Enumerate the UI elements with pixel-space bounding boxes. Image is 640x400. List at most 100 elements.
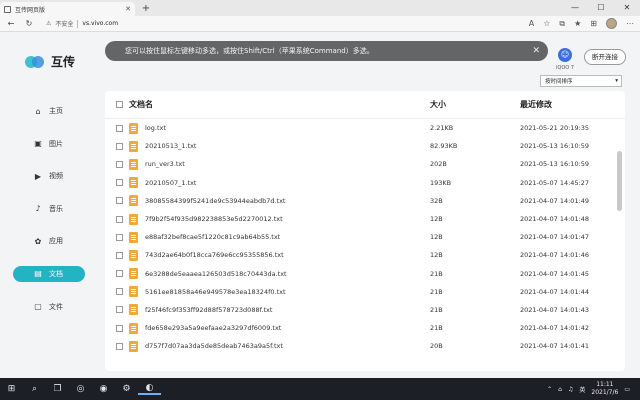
- text-file-icon: [129, 213, 138, 225]
- toast-text: 您可以按住鼠标左键移动多选，或按住Shift/Ctrl（苹果系统Command）…: [125, 47, 374, 55]
- column-header-size[interactable]: 大小: [430, 99, 520, 110]
- tray-chevron-icon[interactable]: ⌃: [547, 386, 552, 393]
- file-size: 12B: [430, 251, 443, 260]
- nav-item-files[interactable]: ▢ 文件: [13, 299, 85, 315]
- row-checkbox[interactable]: [116, 142, 123, 150]
- file-name: 38085584399f5241de9c53944eabdb7d.txt: [145, 196, 286, 205]
- table-row[interactable]: 6e3288de5eaaea126503d518c70443da.txt 21B 2…: [105, 265, 625, 283]
- extensions-icon[interactable]: ⧉: [559, 19, 565, 29]
- connected-device[interactable]: ☺ iQOO 7: [553, 48, 577, 71]
- file-name: run_ver3.txt: [145, 160, 185, 169]
- table-row[interactable]: fde658e293a5a9eefaae2a3297df6009.txt 21B 2…: [105, 319, 625, 337]
- table-row[interactable]: run_ver3.txt 202B 2021-05-13 16:10:59: [105, 155, 625, 173]
- file-modified: 2021-05-21 20:19:35: [520, 124, 590, 133]
- sort-select[interactable]: 按时间排序 ▾: [540, 75, 622, 87]
- read-aloud-icon[interactable]: A: [529, 19, 534, 28]
- favorite-star-icon[interactable]: ☆: [543, 19, 550, 28]
- warning-icon[interactable]: ⚠: [46, 20, 51, 27]
- file-modified: 2021-05-13 16:10:59: [520, 160, 590, 169]
- notification-icon[interactable]: ▭: [624, 386, 630, 393]
- table-row[interactable]: 20210507_1.txt 193KB 2021-05-07 14:45:27: [105, 174, 625, 192]
- collections-icon[interactable]: ⊞: [590, 19, 597, 28]
- file-name: 5161ee81858a46e949578e3ea18324f0.txt: [145, 287, 286, 296]
- nav-item-home[interactable]: ⌂ 主页: [13, 103, 85, 119]
- clock-time: 11:11: [596, 381, 614, 388]
- search-icon[interactable]: ⌕: [23, 384, 46, 394]
- row-checkbox[interactable]: [116, 251, 123, 259]
- table-row[interactable]: 38085584399f5241de9c53944eabdb7d.txt 32B 2…: [105, 192, 625, 210]
- nav-label: 视频: [49, 172, 63, 181]
- side-navigation: ⌂ 主页 ▣ 图片 ▶ 视频 ♪ 音乐 ✿ 应用 ▤ 文档 ▢ 文件: [13, 103, 85, 331]
- row-checkbox[interactable]: [116, 306, 123, 314]
- table-row[interactable]: log.txt 2.21KB 2021-05-21 20:19:35: [105, 119, 625, 137]
- file-name: log.txt: [145, 124, 166, 133]
- settings-gear-icon[interactable]: ⚙: [115, 384, 138, 394]
- url-field[interactable]: ⚠ 不安全 vs.vivo.com: [42, 18, 521, 30]
- volume-icon[interactable]: ♫: [568, 386, 573, 393]
- chrome-icon[interactable]: ◉: [92, 384, 115, 394]
- network-icon[interactable]: ⌂: [558, 386, 562, 393]
- row-checkbox[interactable]: [116, 288, 123, 296]
- edge-browser-icon[interactable]: ◐: [138, 383, 161, 395]
- text-file-icon: [129, 268, 138, 280]
- column-header-name: 文档名: [129, 100, 153, 109]
- column-header-modified[interactable]: 最近修改: [520, 99, 625, 110]
- text-file-icon: [129, 195, 138, 207]
- row-checkbox[interactable]: [116, 324, 123, 332]
- browser-toolbar: A ☆ ⧉ ★ ⊞ ⋯: [529, 18, 634, 29]
- document-table: 文档名 大小 最近修改 log.txt 2.21KB 2021-05-21 20:1…: [105, 91, 625, 371]
- nav-item-images[interactable]: ▣ 图片: [13, 136, 85, 152]
- nav-item-videos[interactable]: ▶ 视频: [13, 168, 85, 184]
- windows-start-icon[interactable]: ⊞: [0, 384, 23, 394]
- file-modified: 2021-04-07 14:01:41: [520, 342, 590, 351]
- maximize-icon[interactable]: ☐: [588, 0, 614, 16]
- file-modified: 2021-04-07 14:01:42: [520, 324, 590, 333]
- browser-tab[interactable]: 互传网页版 ✕: [0, 2, 135, 16]
- nav-label: 文件: [49, 302, 63, 311]
- minimize-icon[interactable]: —: [562, 0, 588, 16]
- new-tab-icon[interactable]: +: [139, 3, 153, 14]
- row-checkbox[interactable]: [116, 179, 123, 187]
- back-icon[interactable]: ←: [6, 19, 16, 28]
- table-row[interactable]: 20210513_1.txt 82.93KB 2021-05-13 16:10:59: [105, 137, 625, 155]
- task-view-icon[interactable]: ❐: [46, 384, 69, 394]
- file-name: e88af32bef8cae5f1220c81c9ab64b55.txt: [145, 233, 281, 242]
- file-name: 20210513_1.txt: [145, 142, 197, 151]
- row-checkbox[interactable]: [116, 233, 123, 241]
- table-body: log.txt 2.21KB 2021-05-21 20:19:35 20210513…: [105, 119, 625, 355]
- row-checkbox[interactable]: [116, 215, 123, 223]
- row-checkbox[interactable]: [116, 197, 123, 205]
- nav-item-music[interactable]: ♪ 音乐: [13, 201, 85, 217]
- close-window-icon[interactable]: ✕: [614, 0, 640, 16]
- table-row[interactable]: 7f9b2f54f935d982238853e5d2270012.txt 12B 2…: [105, 210, 625, 228]
- text-file-icon: [129, 140, 138, 152]
- url-text: vs.vivo.com: [82, 20, 119, 27]
- nav-item-documents[interactable]: ▤ 文档: [13, 265, 85, 282]
- clock[interactable]: 11:11 2021/7/6: [591, 381, 618, 397]
- table-row[interactable]: e88af32bef8cae5f1220c81c9ab64b55.txt 12B 2…: [105, 228, 625, 246]
- disconnect-button[interactable]: 断开连接: [584, 49, 626, 65]
- favorites-icon[interactable]: ★: [574, 19, 581, 28]
- close-tab-icon[interactable]: ✕: [125, 5, 131, 13]
- refresh-icon[interactable]: ↻: [24, 19, 34, 28]
- more-icon[interactable]: ⋯: [626, 19, 634, 28]
- row-checkbox[interactable]: [116, 124, 123, 132]
- ime-icon[interactable]: 英: [579, 385, 585, 394]
- nav-item-apps[interactable]: ✿ 应用: [13, 233, 85, 249]
- table-row[interactable]: d757f7d07aa3da5de85deab7463a9a5f.txt 20B 2…: [105, 337, 625, 355]
- row-checkbox[interactable]: [116, 270, 123, 278]
- close-toast-icon[interactable]: ✕: [532, 46, 540, 56]
- wechat-icon[interactable]: ◎: [69, 384, 92, 394]
- table-row[interactable]: 743d2ae64b0f18cca769e6cc95355856.txt 12B 2…: [105, 246, 625, 264]
- select-all-checkbox[interactable]: [116, 101, 123, 108]
- nav-label: 主页: [49, 107, 63, 115]
- file-name: 20210507_1.txt: [145, 178, 197, 187]
- text-file-icon: [129, 158, 138, 170]
- table-row[interactable]: f25f46fc9f353ff92d88f578723d088f.txt 21B 2…: [105, 301, 625, 319]
- row-checkbox[interactable]: [116, 342, 123, 350]
- table-row[interactable]: 5161ee81858a46e949578e3ea18324f0.txt 21B 2…: [105, 283, 625, 301]
- profile-avatar[interactable]: [606, 18, 617, 29]
- file-size: 21B: [430, 324, 443, 333]
- row-checkbox[interactable]: [116, 160, 123, 168]
- scrollbar[interactable]: [617, 151, 622, 211]
